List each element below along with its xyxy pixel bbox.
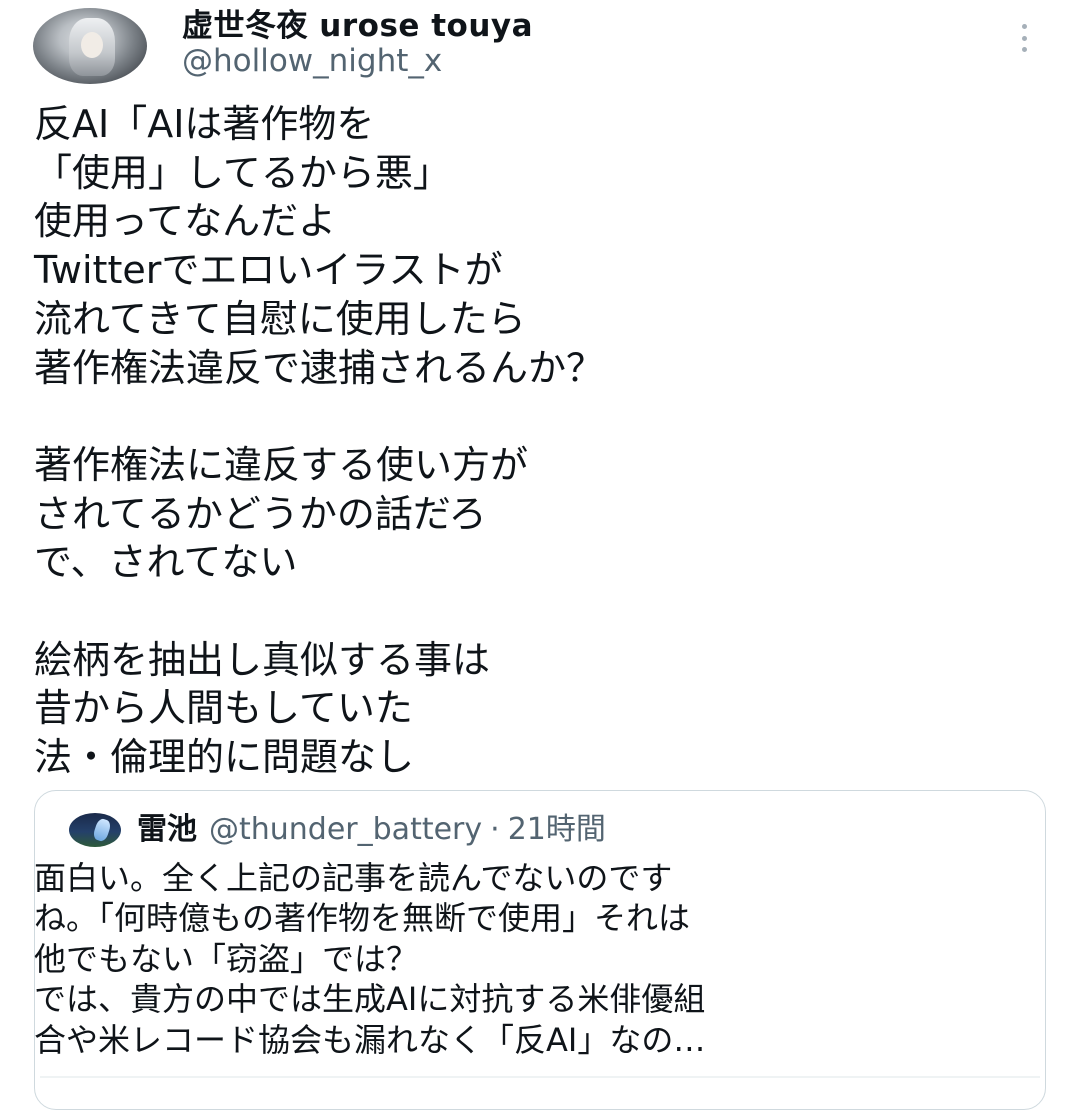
quoted-author-avatar <box>69 813 121 847</box>
avatar-glow-shape <box>91 817 113 843</box>
more-dot <box>1021 47 1027 52</box>
more-dot <box>1021 24 1027 29</box>
tweet-text: 反AI「AIは著作物を 「使用」してるから悪」 使用ってなんだよ Twitter… <box>34 102 605 780</box>
author-avatar[interactable] <box>33 8 147 84</box>
quoted-tweet-time: 21時間 <box>507 812 606 847</box>
more-dot <box>1021 35 1027 41</box>
header-separator: · <box>490 812 500 847</box>
quoted-tweet-header: 雷池 @thunder_battery · 21時間 <box>137 809 606 851</box>
author-handle[interactable]: @hollow_night_x <box>182 43 442 79</box>
divider <box>40 1076 1040 1078</box>
quoted-author-handle: @thunder_battery <box>209 812 483 847</box>
quoted-tweet-text: 面白い。全く上記の記事を読んでないのです ね。「何時億もの著作物を無断で使用」そ… <box>34 859 706 1059</box>
author-display-name[interactable]: 虚世冬夜 urose touya <box>182 6 533 46</box>
quoted-author-name: 雷池 <box>137 812 197 847</box>
more-vertical-icon[interactable] <box>1012 24 1036 52</box>
avatar-face-shape <box>81 32 103 58</box>
